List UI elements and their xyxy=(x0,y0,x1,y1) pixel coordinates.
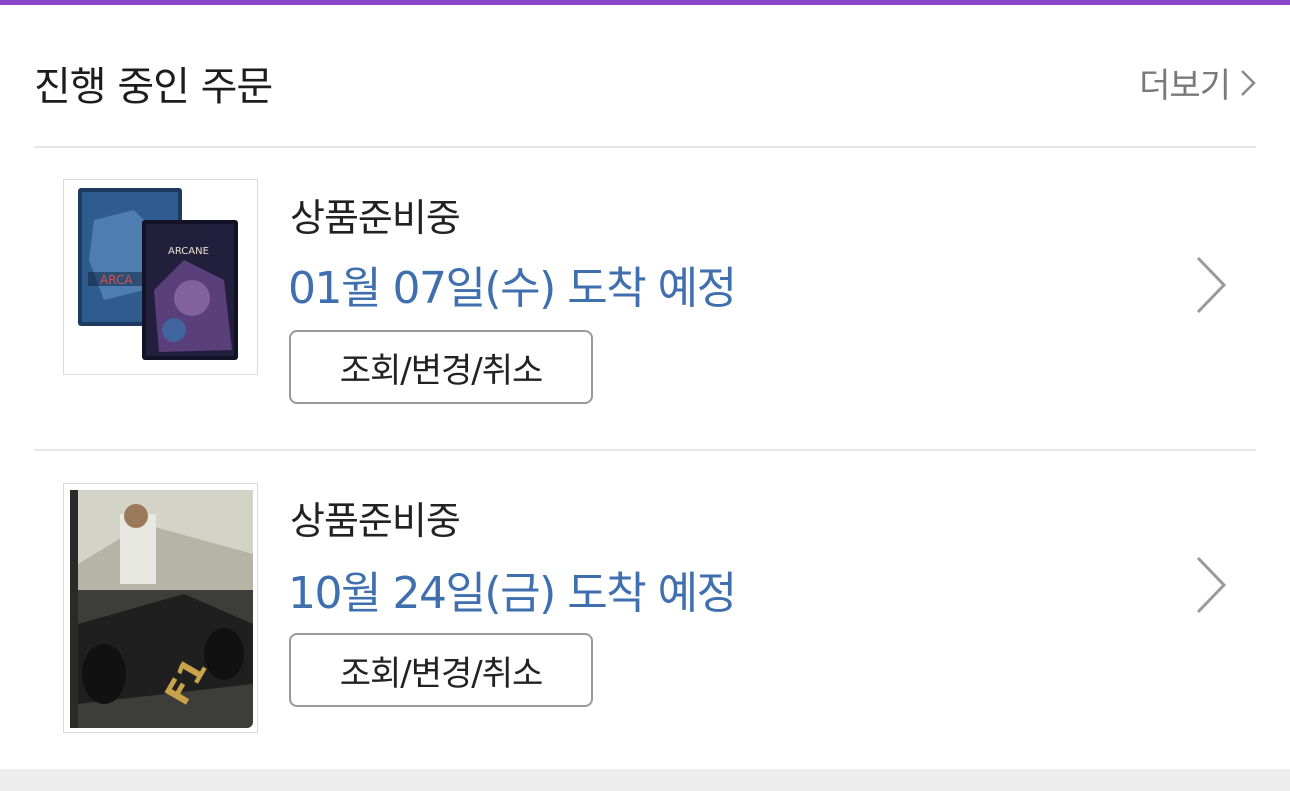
svg-text:ARCA: ARCA xyxy=(100,273,133,287)
page-title: 진행 중인 주문 xyxy=(34,64,273,110)
order-status: 상품준비중 xyxy=(290,196,461,240)
order-manage-button[interactable]: 조회/변경/취소 xyxy=(289,633,593,707)
chevron-right-icon xyxy=(1241,69,1256,96)
order-item[interactable]: F1 상품준비중 10월 24일(금) 도착 예정 조회/변경/취소 xyxy=(34,451,1256,751)
arcane-steelbook-image: ARCA ARCANE xyxy=(64,180,257,374)
arrival-date: 10월 24일(금) 도착 예정 xyxy=(288,568,737,619)
order-manage-button[interactable]: 조회/변경/취소 xyxy=(289,330,593,404)
section-separator xyxy=(0,769,1290,791)
svg-text:ARCANE: ARCANE xyxy=(168,246,209,257)
order-item[interactable]: ARCA ARCANE 상품준비중 01월 07일(수) 도착 예정 조회/변경… xyxy=(34,148,1256,448)
product-image[interactable]: F1 xyxy=(63,483,258,733)
product-image[interactable]: ARCA ARCANE xyxy=(63,179,258,375)
section-header: 진행 중인 주문 더보기 xyxy=(34,48,1256,110)
more-link-label: 더보기 xyxy=(1139,66,1231,106)
more-link[interactable]: 더보기 xyxy=(1139,58,1256,107)
chevron-right-icon[interactable] xyxy=(1194,254,1228,316)
top-accent-bar xyxy=(0,0,1290,5)
arrival-date: 01월 07일(수) 도착 예정 xyxy=(288,263,737,314)
chevron-right-icon[interactable] xyxy=(1194,554,1228,616)
f1-the-movie-steelbook-image: F1 xyxy=(64,484,257,732)
order-status: 상품준비중 xyxy=(290,499,461,543)
